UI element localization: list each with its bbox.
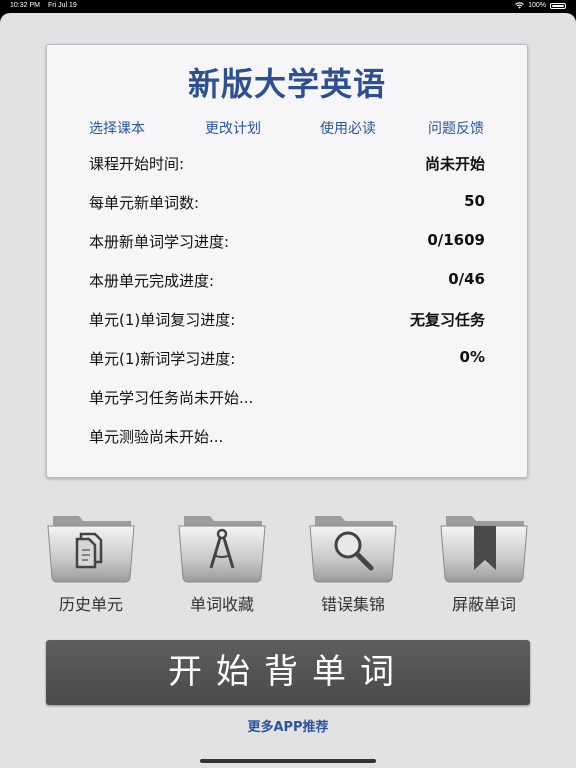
folder-label: 单词收藏 xyxy=(189,595,254,614)
info-row-label: 本册单元完成进度: xyxy=(89,272,215,290)
folder-label: 错误集锦 xyxy=(320,595,385,614)
info-row-value: 0/46 xyxy=(448,270,485,288)
info-row-value: 尚未开始 xyxy=(424,155,485,173)
history-units-button[interactable]: 历史单元 xyxy=(45,508,137,614)
action-links: 选择课本 更改计划 使用必读 问题反馈 xyxy=(47,118,527,138)
compass-icon xyxy=(209,528,235,569)
start-memorize-button[interactable]: 开始背单词 xyxy=(46,640,530,705)
info-row-value: 0/1609 xyxy=(427,231,485,249)
battery-icon xyxy=(550,2,566,9)
bookmark-icon xyxy=(474,526,496,570)
info-row-value: 无复习任务 xyxy=(409,311,485,329)
info-row: 单元(1)单词复习进度: 无复习任务 xyxy=(89,309,485,329)
folder-shortcuts: 历史单元 单词收藏 错误集锦 屏蔽单词 xyxy=(0,508,576,618)
documents-icon xyxy=(75,532,103,569)
feedback-link[interactable]: 问题反馈 xyxy=(428,118,484,138)
info-row-label: 本册新单词学习进度: xyxy=(89,233,230,251)
course-title: 新版大学英语 xyxy=(187,65,386,103)
info-row-value: 0% xyxy=(459,348,485,366)
battery-percent: 100% xyxy=(528,2,546,9)
status-bar: 10:32 PM Fri Jul 19 100% xyxy=(0,0,576,13)
wifi-icon xyxy=(515,2,524,9)
change-plan-link[interactable]: 更改计划 xyxy=(205,118,261,138)
error-collection-button[interactable]: 错误集锦 xyxy=(307,508,399,614)
info-row: 每单元新单词数: 50 xyxy=(89,192,485,212)
more-apps-link[interactable]: 更多APP推荐 xyxy=(0,716,576,735)
info-row-value: 50 xyxy=(464,192,485,210)
info-row: 本册新单词学习进度: 0/1609 xyxy=(89,231,485,251)
magnifier-icon xyxy=(334,531,374,571)
info-row: 单元(1)新词学习进度: 0% xyxy=(89,348,485,368)
select-textbook-link[interactable]: 选择课本 xyxy=(89,118,145,138)
word-favorites-button[interactable]: 单词收藏 xyxy=(176,508,268,614)
info-row-label: 单元学习任务尚未开始... xyxy=(89,389,254,407)
status-time: 10:32 PM xyxy=(10,2,40,9)
info-row: 单元学习任务尚未开始... xyxy=(89,387,485,407)
info-row: 本册单元完成进度: 0/46 xyxy=(89,270,485,290)
info-row-label: 单元(1)新词学习进度: xyxy=(89,350,236,368)
status-right: 100% xyxy=(515,2,566,9)
home-indicator[interactable] xyxy=(200,759,376,763)
info-row-label: 课程开始时间: xyxy=(89,155,185,173)
blocked-words-button[interactable]: 屏蔽单词 xyxy=(438,508,530,614)
status-date: Fri Jul 19 xyxy=(48,2,77,9)
usage-guide-link[interactable]: 使用必读 xyxy=(320,118,376,138)
folder-label: 历史单元 xyxy=(58,595,123,614)
info-row-label: 单元(1)单词复习进度: xyxy=(89,311,236,329)
info-row-label: 每单元新单词数: xyxy=(89,194,200,212)
info-row: 单元测验尚未开始... xyxy=(89,426,485,446)
folder-label: 屏蔽单词 xyxy=(451,595,516,614)
app-screen: 新版大学英语 选择课本 更改计划 使用必读 问题反馈 课程开始时间: 尚未开始 … xyxy=(0,13,576,768)
course-info-card: 新版大学英语 选择课本 更改计划 使用必读 问题反馈 课程开始时间: 尚未开始 … xyxy=(46,44,528,478)
info-row-label: 单元测验尚未开始... xyxy=(89,428,224,446)
info-row: 课程开始时间: 尚未开始 xyxy=(89,153,485,173)
